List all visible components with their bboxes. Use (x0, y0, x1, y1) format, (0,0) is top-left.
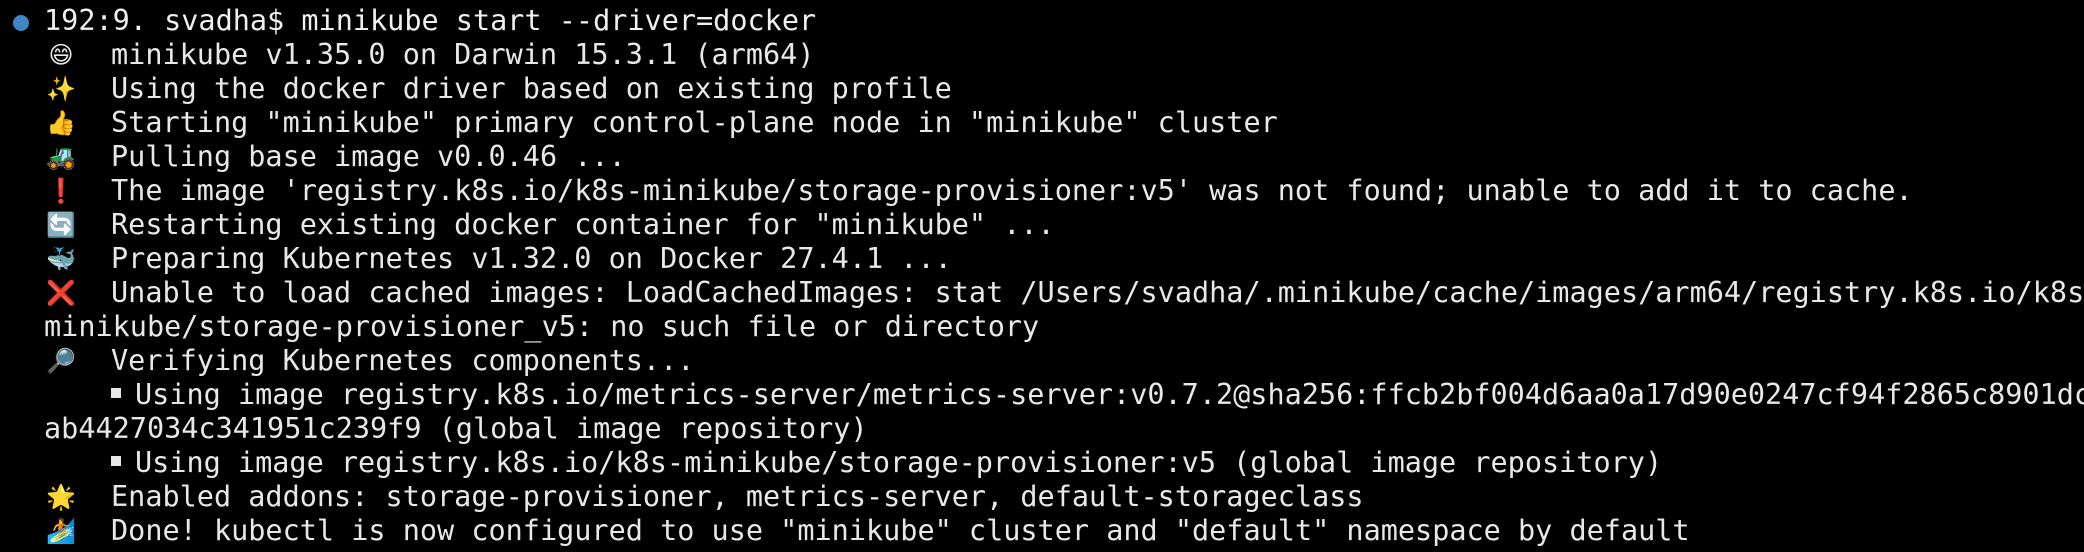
output-text: Done! kubectl is now configured to use "… (111, 514, 1690, 547)
terminal-prompt-line: 192:9. svadha$ minikube start --driver=d… (0, 4, 2084, 38)
output-text: Verifying Kubernetes components... (111, 344, 695, 377)
magnifying-glass-icon: 🔎 (46, 347, 76, 375)
terminal-window[interactable]: 192:9. svadha$ minikube start --driver=d… (0, 0, 2084, 552)
output-text: Starting "minikube" primary control-plan… (111, 106, 1278, 139)
output-text: minikube/storage-provisioner_v5: no such… (44, 310, 1040, 343)
output-line: 🚜 Pulling base image v0.0.46 ... (0, 140, 2084, 174)
output-text: Preparing Kubernetes v1.32.0 on Docker 2… (111, 242, 952, 275)
output-text: Pulling base image v0.0.46 ... (111, 140, 626, 173)
output-line: 😄 minikube v1.35.0 on Darwin 15.3.1 (arm… (0, 38, 2084, 72)
restart-arrows-icon: 🔄 (46, 211, 76, 239)
output-text: Unable to load cached images: LoadCached… (111, 276, 2084, 309)
output-text: Using the docker driver based on existin… (111, 72, 952, 105)
output-line: 🔎 Verifying Kubernetes components... (0, 344, 2084, 378)
whale-icon: 🐳 (46, 245, 76, 273)
command-status-dot-icon (13, 15, 29, 31)
output-line: ✨ Using the docker driver based on exist… (0, 72, 2084, 106)
tractor-icon: 🚜 (46, 143, 76, 171)
square-bullet-icon (111, 456, 121, 466)
output-text: Enabled addons: storage-provisioner, met… (111, 480, 1364, 513)
output-subtext: Using image registry.k8s.io/k8s-minikube… (135, 446, 1663, 479)
prompt-command: 192:9. svadha$ minikube start --driver=d… (44, 4, 817, 37)
glowing-star-icon: 🌟 (46, 483, 76, 511)
exclamation-icon: ❗ (46, 177, 76, 205)
output-text: Restarting existing docker container for… (111, 208, 1055, 241)
output-text: Using image registry.k8s.io/metrics-serv… (111, 378, 2084, 412)
output-line: 🌟 Enabled addons: storage-provisioner, m… (0, 480, 2084, 514)
surfer-icon: 🏄 (46, 517, 76, 545)
square-bullet-icon (111, 388, 121, 398)
sparkles-icon: ✨ (46, 75, 76, 103)
terminal-output: 192:9. svadha$ minikube start --driver=d… (0, 4, 2084, 548)
output-subtext: Using image registry.k8s.io/metrics-serv… (135, 378, 2084, 411)
output-line: ❌ Unable to load cached images: LoadCach… (0, 276, 2084, 310)
output-text: minikube v1.35.0 on Darwin 15.3.1 (arm64… (111, 38, 815, 71)
output-line: 🔄 Restarting existing docker container f… (0, 208, 2084, 242)
output-subline: Using image registry.k8s.io/k8s-minikube… (0, 446, 2084, 480)
output-line: 🏄 Done! kubectl is now configured to use… (0, 514, 2084, 548)
output-subline: Using image registry.k8s.io/metrics-serv… (0, 378, 2084, 412)
output-line-wrapped: minikube/storage-provisioner_v5: no such… (0, 310, 2084, 344)
output-text: Using image registry.k8s.io/k8s-minikube… (111, 446, 1662, 480)
thumbs-up-icon: 👍 (46, 109, 76, 137)
output-text: The image 'registry.k8s.io/k8s-minikube/… (111, 174, 1913, 207)
grinning-face-icon: 😄 (48, 41, 74, 69)
output-line: ❗ The image 'registry.k8s.io/k8s-minikub… (0, 174, 2084, 208)
output-line-wrapped: ab4427034c341951c239f9 (global image rep… (0, 412, 2084, 446)
cross-mark-icon: ❌ (46, 279, 76, 307)
output-text: ab4427034c341951c239f9 (global image rep… (44, 412, 868, 445)
output-line: 👍 Starting "minikube" primary control-pl… (0, 106, 2084, 140)
output-line: 🐳 Preparing Kubernetes v1.32.0 on Docker… (0, 242, 2084, 276)
